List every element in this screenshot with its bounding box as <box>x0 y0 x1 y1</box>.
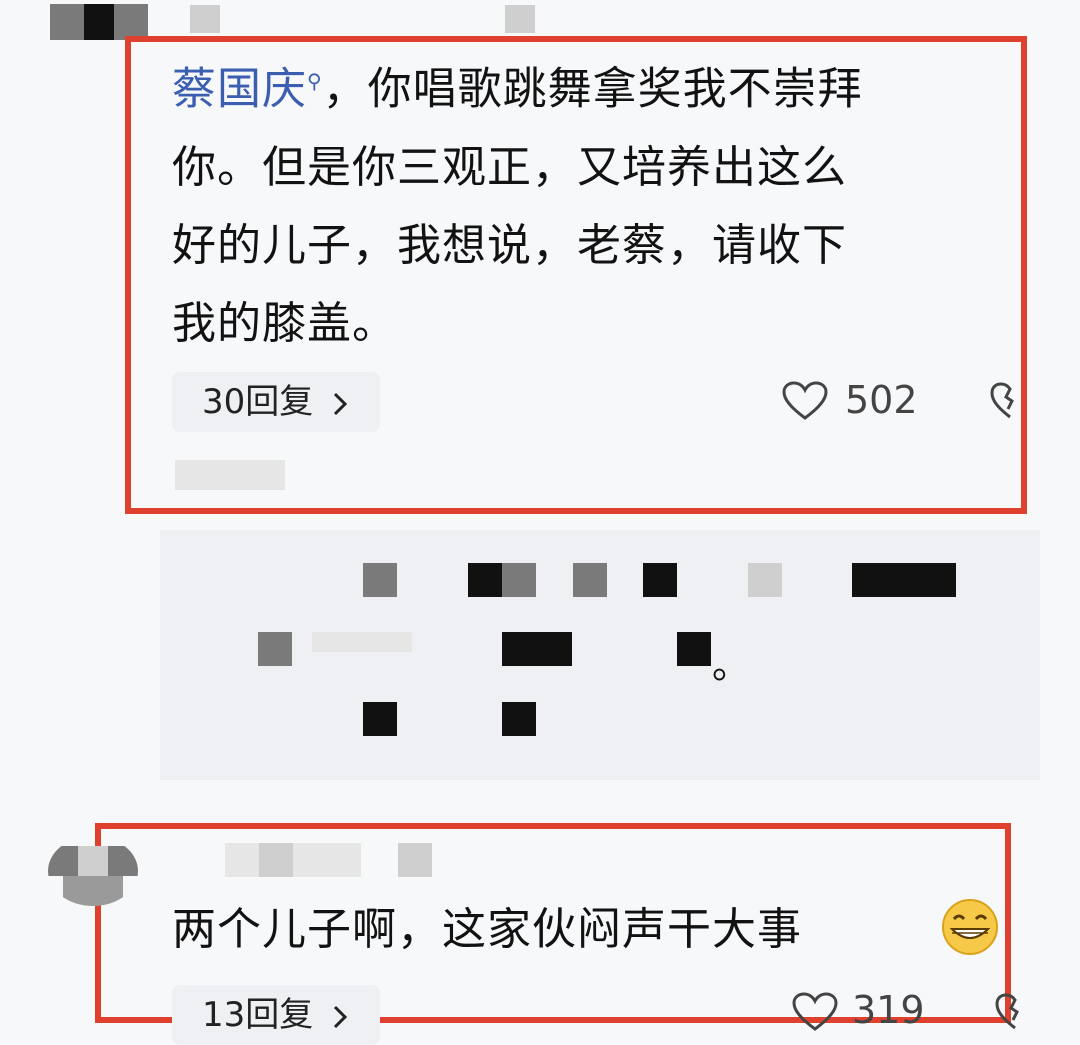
redacted-block <box>468 563 502 597</box>
broken-heart-icon[interactable] <box>990 381 1030 421</box>
heart-icon[interactable] <box>792 992 838 1032</box>
replies-label: 30回复 <box>202 382 314 422</box>
replies-button[interactable]: 13回复 <box>172 985 381 1045</box>
redacted-block <box>852 563 956 597</box>
mention-link[interactable]: 蔡国庆 <box>172 64 307 115</box>
avatar-pixel <box>63 876 123 906</box>
grinning-emoji-icon <box>942 899 998 955</box>
username-obscured <box>293 843 327 877</box>
comment-body: 两个儿子啊，这家伙闷声干大事 <box>172 904 802 955</box>
redacted-end-mark: 。 <box>712 643 751 687</box>
like-count: 319 <box>852 988 925 1032</box>
avatar-pixel <box>78 846 108 876</box>
comment-text-segment: ，你唱歌跳舞拿奖我不崇拜 <box>322 63 863 115</box>
heart-icon[interactable] <box>782 381 828 421</box>
like-count: 502 <box>845 378 918 422</box>
avatar-pixel <box>108 846 138 876</box>
redacted-block <box>502 632 572 666</box>
redacted-block <box>748 563 782 597</box>
avatar-pixel <box>48 846 78 876</box>
redacted-block <box>573 563 607 597</box>
redacted-block <box>363 563 397 597</box>
comment-line: 我的膝盖。 <box>172 297 397 349</box>
avatar[interactable] <box>48 836 138 906</box>
comment-line: 你。但是你三观正，又培养出这么 <box>172 141 847 193</box>
search-icon: ⚲ <box>307 69 323 93</box>
replies-label: 13回复 <box>202 995 314 1035</box>
redacted-block <box>643 563 677 597</box>
comment-body: 蔡国庆⚲，你唱歌跳舞拿奖我不崇拜 你。但是你三观正，又培养出这么 好的儿子，我想… <box>172 42 1032 363</box>
redacted-block <box>258 632 292 666</box>
broken-heart-icon[interactable] <box>995 992 1035 1032</box>
username-obscured <box>259 843 293 877</box>
redacted-block <box>312 632 412 652</box>
redacted-block <box>502 563 536 597</box>
redacted-block <box>363 702 397 736</box>
username-obscured <box>398 843 432 877</box>
username-obscured <box>505 5 535 33</box>
avatar-pixel <box>114 4 148 40</box>
replies-button[interactable]: 30回复 <box>172 372 381 432</box>
chevron-right-icon <box>334 392 348 415</box>
comment-line: 蔡国庆⚲，你唱歌跳舞拿奖我不崇拜 <box>172 42 1032 129</box>
redacted-block <box>677 632 711 666</box>
username-obscured <box>327 843 361 877</box>
username-obscured <box>190 5 220 33</box>
avatar-pixel <box>50 4 84 40</box>
avatar-pixel <box>84 4 114 40</box>
redacted-block <box>502 702 536 736</box>
chevron-right-icon <box>334 1005 348 1028</box>
username-obscured <box>225 843 259 877</box>
obscured-subreply <box>175 460 285 490</box>
comment-line: 好的儿子，我想说，老蔡，请收下 <box>172 219 847 271</box>
